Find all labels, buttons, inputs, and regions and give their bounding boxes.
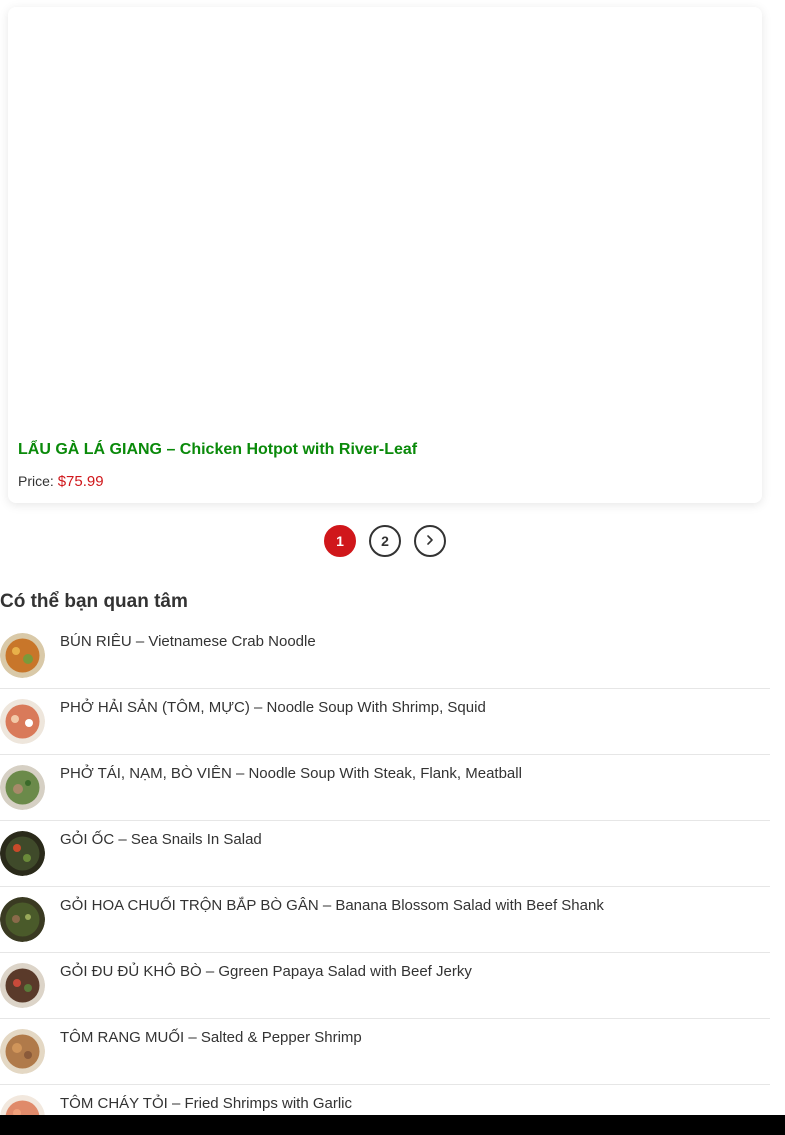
related-list: BÚN RIÊU – Vietnamese Crab Noodle PHỞ HẢ… [0,623,770,1135]
related-item[interactable]: GỎI ĐU ĐỦ KHÔ BÒ – Ggreen Papaya Salad w… [0,953,770,1019]
related-item-link[interactable]: PHỞ HẢI SẢN (TÔM, MỰC) – Noodle Soup Wit… [60,699,486,716]
related-item[interactable]: GỎI ỐC – Sea Snails In Salad [0,821,770,887]
product-title[interactable]: LẨU GÀ LÁ GIANG – Chicken Hotpot with Ri… [18,441,417,459]
pagination: 1 2 [324,525,446,557]
dish-thumbnail[interactable] [0,897,45,942]
bottom-bar [0,1115,785,1135]
related-item-link[interactable]: GỎI HOA CHUỐI TRỘN BẮP BÒ GÂN – Banana B… [60,897,604,914]
dish-thumbnail[interactable] [0,699,45,744]
page-2-button[interactable]: 2 [369,525,401,557]
next-page-button[interactable] [414,525,446,557]
dish-thumbnail[interactable] [0,963,45,1008]
dish-thumbnail[interactable] [0,633,45,678]
related-heading: Có thể bạn quan tâm [0,591,188,612]
related-item-link[interactable]: TÔM RANG MUỐI – Salted & Pepper Shrimp [60,1029,362,1046]
related-item-link[interactable]: PHỞ TÁI, NẠM, BÒ VIÊN – Noodle Soup With… [60,765,522,782]
related-item-link[interactable]: TÔM CHÁY TỎI – Fried Shrimps with Garlic [60,1095,352,1112]
related-item[interactable]: PHỞ TÁI, NẠM, BÒ VIÊN – Noodle Soup With… [0,755,770,821]
price-label: Price: [18,473,54,489]
chevron-right-icon [424,533,436,549]
related-item-link[interactable]: GỎI ĐU ĐỦ KHÔ BÒ – Ggreen Papaya Salad w… [60,963,472,980]
price-value: $75.99 [57,473,104,490]
product-card[interactable]: LẨU GÀ LÁ GIANG – Chicken Hotpot with Ri… [8,7,762,503]
related-item[interactable]: TÔM RANG MUỐI – Salted & Pepper Shrimp [0,1019,770,1085]
product-image[interactable] [8,7,762,427]
related-item-link[interactable]: GỎI ỐC – Sea Snails In Salad [60,831,262,848]
dish-thumbnail[interactable] [0,831,45,876]
related-item[interactable]: PHỞ HẢI SẢN (TÔM, MỰC) – Noodle Soup Wit… [0,689,770,755]
related-item-link[interactable]: BÚN RIÊU – Vietnamese Crab Noodle [60,633,316,650]
dish-thumbnail[interactable] [0,1029,45,1074]
related-item[interactable]: GỎI HOA CHUỐI TRỘN BẮP BÒ GÂN – Banana B… [0,887,770,953]
price-row: Price: $75.99 [18,473,104,490]
page-1-button[interactable]: 1 [324,525,356,557]
dish-thumbnail[interactable] [0,765,45,810]
related-item[interactable]: BÚN RIÊU – Vietnamese Crab Noodle [0,623,770,689]
